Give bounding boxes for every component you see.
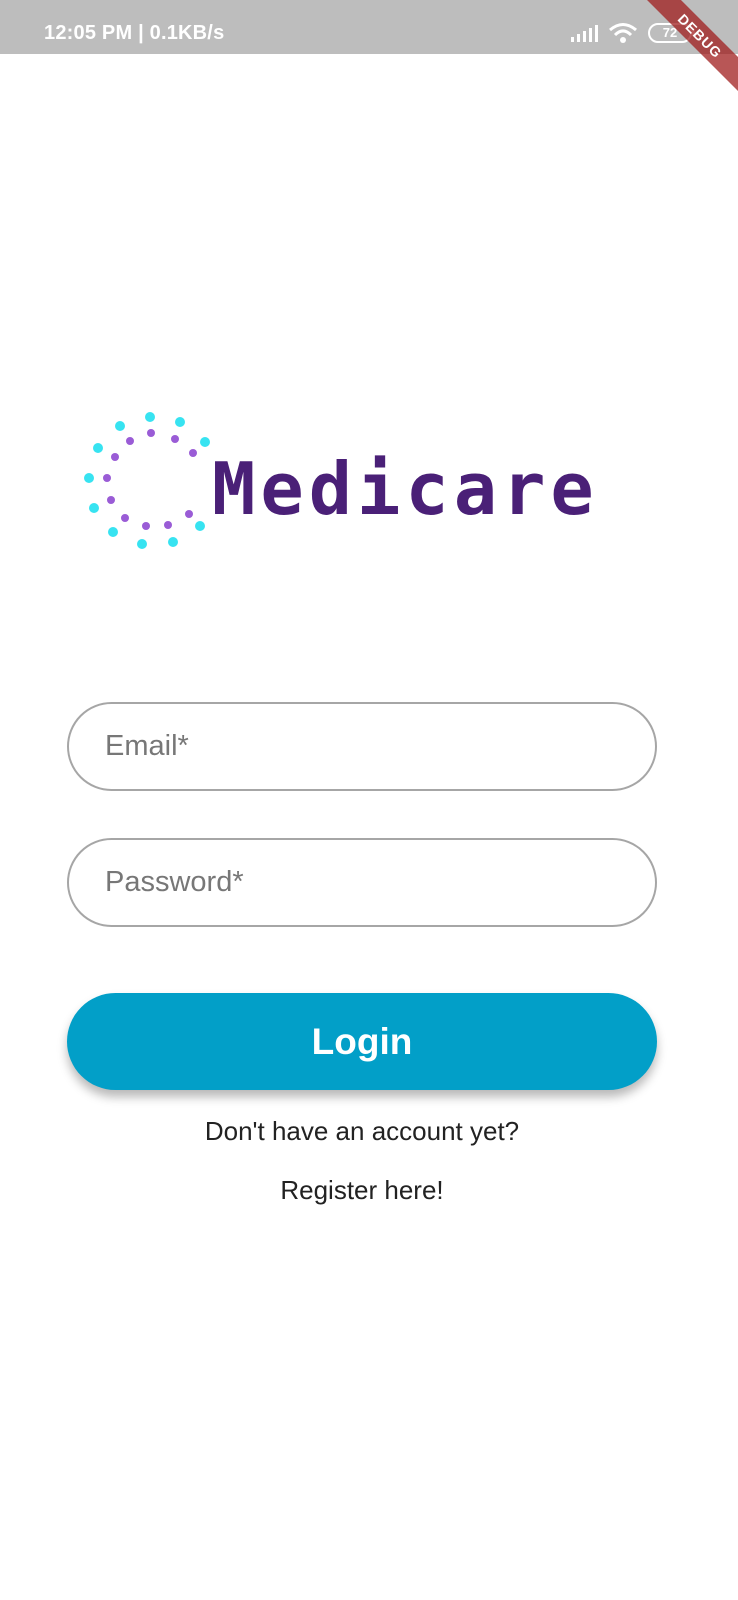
medicare-logo: Medicare <box>80 408 640 558</box>
wifi-icon <box>609 23 637 43</box>
no-account-prompt: Don't have an account yet? <box>204 1116 520 1146</box>
status-bar: 12:05 PM | 0.1KB/s 72 DEBUG <box>0 0 738 116</box>
password-field[interactable] <box>67 838 657 927</box>
register-link[interactable]: Register here! <box>0 1175 724 1206</box>
login-button[interactable]: Login <box>67 993 657 1090</box>
status-time: 12:05 PM | 0.1KB/s <box>44 22 225 44</box>
debug-label: DEBUG <box>674 10 726 62</box>
dot-ring-icon <box>84 412 210 549</box>
signal-icon <box>571 25 598 42</box>
email-field[interactable] <box>67 702 657 791</box>
logo-text: Medicare <box>212 447 599 531</box>
debug-banner: DEBUG <box>620 0 738 116</box>
